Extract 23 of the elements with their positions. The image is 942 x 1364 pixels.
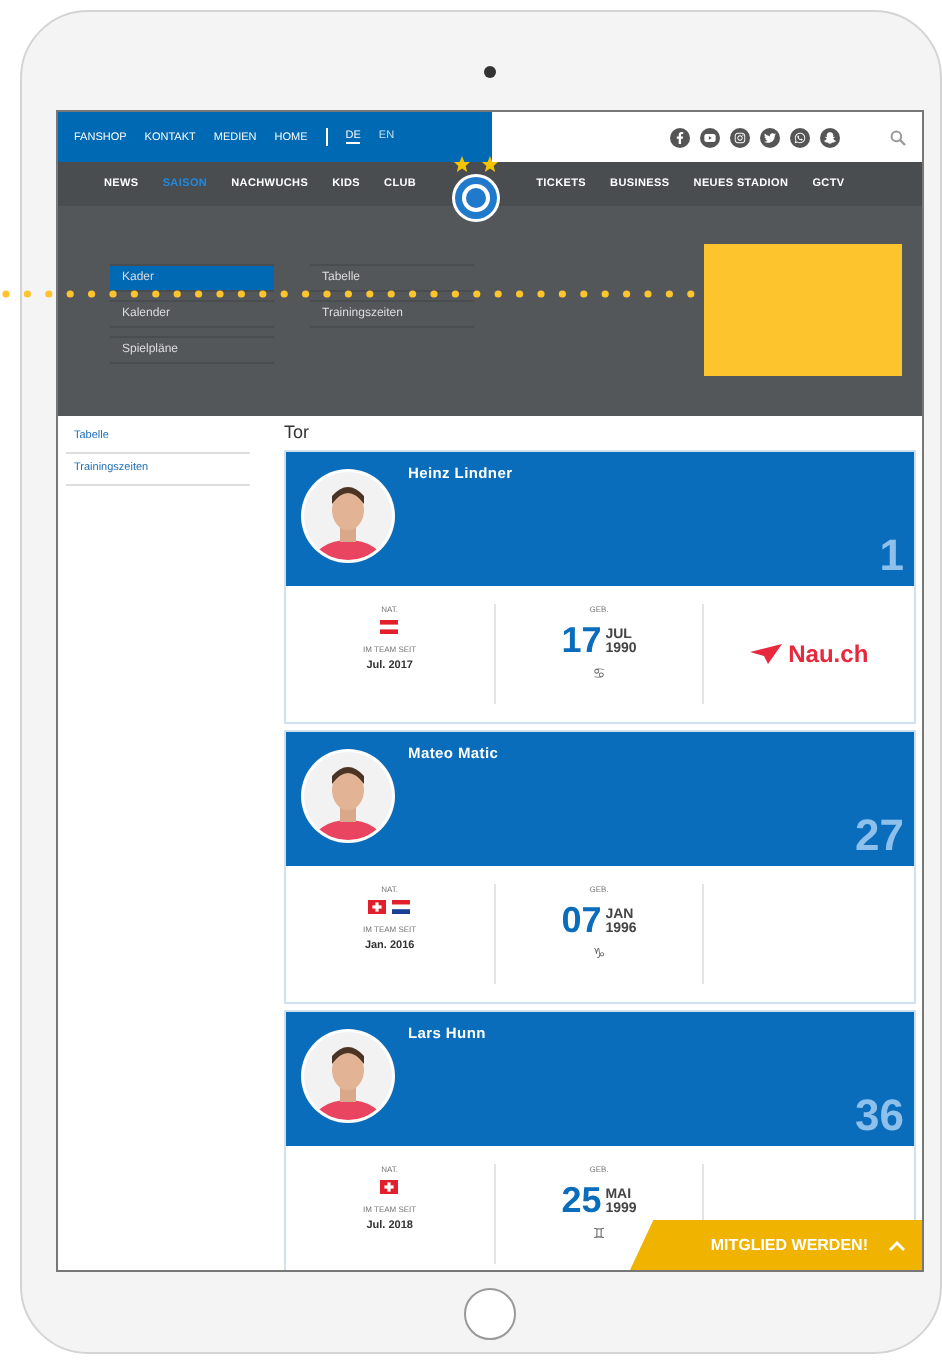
flag-icon <box>380 1180 399 1194</box>
chevron-up-icon <box>888 1239 906 1251</box>
home-button[interactable] <box>464 1288 516 1340</box>
facebook-icon[interactable] <box>670 127 690 147</box>
sponsor-logo: Nau.ch <box>788 640 869 668</box>
flag-icon <box>392 900 411 914</box>
twitter-icon[interactable] <box>760 127 780 147</box>
youtube-icon[interactable] <box>700 127 720 147</box>
flag-icon <box>380 620 399 634</box>
shirt-number: 1 <box>879 530 904 582</box>
camera-icon <box>484 66 496 78</box>
birth-day: 17 <box>561 620 602 662</box>
whatsapp-icon[interactable] <box>790 127 810 147</box>
snapchat-icon[interactable] <box>820 127 840 147</box>
shirt-number: 27 <box>855 810 904 862</box>
paper-plane-icon <box>750 644 783 664</box>
section-title: Tor <box>284 420 312 446</box>
birth-day: 07 <box>561 900 602 942</box>
flag-icon <box>368 900 387 914</box>
search-icon[interactable] <box>890 129 906 145</box>
shirt-number: 36 <box>855 1090 904 1142</box>
instagram-icon[interactable] <box>730 127 750 147</box>
birth-day: 25 <box>561 1180 602 1222</box>
